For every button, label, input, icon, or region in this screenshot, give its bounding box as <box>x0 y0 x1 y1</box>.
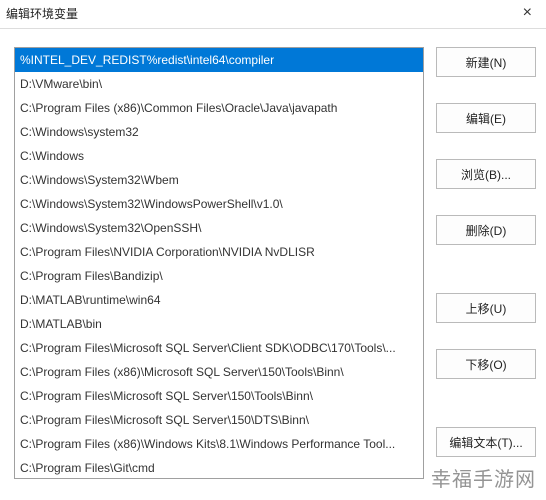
path-list-item[interactable]: C:\Program Files (x86)\Common Files\Orac… <box>15 96 423 120</box>
path-list-item[interactable]: C:\Program Files (x86)\Microsoft SQL Ser… <box>15 360 423 384</box>
path-list-item[interactable]: C:\Windows\System32\OpenSSH\ <box>15 216 423 240</box>
path-list-item[interactable]: C:\Program Files (x86)\Windows Kits\8.1\… <box>15 432 423 456</box>
delete-button[interactable]: 删除(D) <box>436 215 536 245</box>
path-list-item[interactable]: D:\MATLAB\bin <box>15 312 423 336</box>
new-button[interactable]: 新建(N) <box>436 47 536 77</box>
path-list-item[interactable]: C:\Windows\System32\Wbem <box>15 168 423 192</box>
path-list-item[interactable]: C:\Windows\System32\WindowsPowerShell\v1… <box>15 192 423 216</box>
button-panel: 新建(N) 编辑(E) 浏览(B)... 删除(D) 上移(U) 下移(O) 编… <box>436 47 536 479</box>
edit-button[interactable]: 编辑(E) <box>436 103 536 133</box>
move-up-button[interactable]: 上移(U) <box>436 293 536 323</box>
path-list-item[interactable]: D:\MATLAB\runtime\win64 <box>15 288 423 312</box>
browse-button[interactable]: 浏览(B)... <box>436 159 536 189</box>
dialog-content: %INTEL_DEV_REDIST%redist\intel64\compile… <box>0 29 546 485</box>
path-list-item[interactable]: %INTEL_DEV_REDIST%redist\intel64\compile… <box>15 48 423 72</box>
path-list-item[interactable]: C:\Windows\system32 <box>15 120 423 144</box>
move-down-button[interactable]: 下移(O) <box>436 349 536 379</box>
window-title: 编辑环境变量 <box>6 5 78 22</box>
path-list-item[interactable]: D:\VMware\bin\ <box>15 72 423 96</box>
close-icon[interactable]: × <box>517 4 538 22</box>
path-list-item[interactable]: C:\Program Files\Microsoft SQL Server\Cl… <box>15 336 423 360</box>
titlebar: 编辑环境变量 × <box>0 0 546 29</box>
path-listbox[interactable]: %INTEL_DEV_REDIST%redist\intel64\compile… <box>14 47 424 479</box>
path-list-item[interactable]: C:\Program Files\Git\cmd <box>15 456 423 479</box>
path-list-item[interactable]: C:\Program Files\Microsoft SQL Server\15… <box>15 408 423 432</box>
path-list-item[interactable]: C:\Program Files\Microsoft SQL Server\15… <box>15 384 423 408</box>
watermark-text: 幸福手游网 <box>431 463 536 492</box>
path-list-item[interactable]: C:\Windows <box>15 144 423 168</box>
edit-text-button[interactable]: 编辑文本(T)... <box>436 427 536 457</box>
path-list-item[interactable]: C:\Program Files\Bandizip\ <box>15 264 423 288</box>
path-list-item[interactable]: C:\Program Files\NVIDIA Corporation\NVID… <box>15 240 423 264</box>
